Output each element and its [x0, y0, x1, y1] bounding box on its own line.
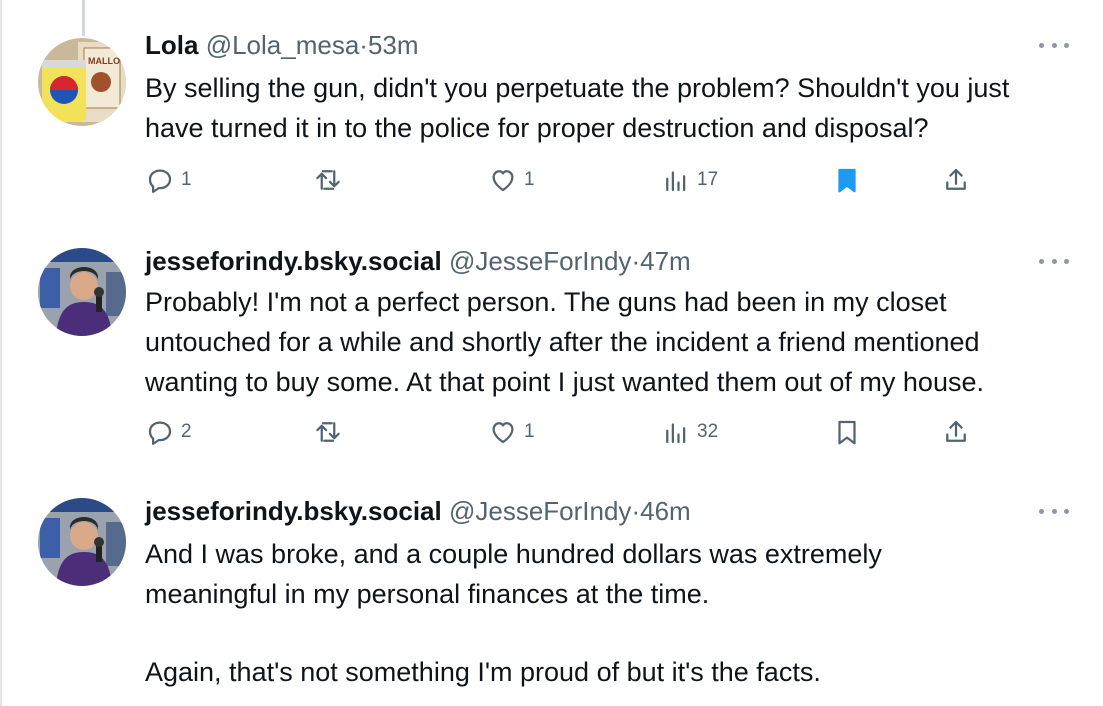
like-count: 1 [524, 169, 535, 190]
tweet-paragraph: And I was broke, and a couple hundred do… [145, 539, 882, 609]
avatar-jesse[interactable] [38, 248, 126, 336]
author-name[interactable]: Lola [145, 30, 198, 60]
tweet-timestamp[interactable]: 53m [368, 30, 419, 60]
more-icon[interactable] [1039, 506, 1069, 516]
tweet-jesse-1[interactable]: jesseforindy.bsky.social @JesseForIndy·4… [0, 240, 1103, 490]
tweet-paragraph: Probably! I'm not a perfect person. The … [145, 287, 984, 397]
share-button[interactable] [941, 417, 971, 447]
tweet-paragraph: Again, that's not something I'm proud of… [145, 657, 821, 687]
tweet-text: Probably! I'm not a perfect person. The … [145, 282, 1075, 402]
tweet-header: Lola @Lola_mesa·53m [145, 30, 419, 60]
views-icon [661, 417, 691, 447]
views-count: 32 [697, 421, 719, 442]
tweet-timestamp[interactable]: 47m [640, 246, 691, 276]
author-name[interactable]: jesseforindy.bsky.social [145, 246, 442, 276]
bookmark-button[interactable] [832, 417, 862, 447]
bookmark-button[interactable] [832, 165, 862, 195]
views-button[interactable]: 32 [661, 417, 718, 447]
like-button[interactable]: 1 [488, 417, 535, 447]
reply-count: 2 [181, 421, 192, 442]
author-handle[interactable]: @JesseForIndy [449, 496, 631, 526]
avatar-jesse[interactable] [38, 498, 126, 586]
heart-icon [488, 165, 518, 195]
action-bar: 1 1 17 [145, 165, 985, 195]
retweet-icon [313, 417, 343, 447]
share-icon [941, 417, 971, 447]
separator-dot: · [631, 246, 641, 276]
tweet-header: jesseforindy.bsky.social @JesseForIndy·4… [145, 496, 691, 526]
bookmark-icon [832, 417, 862, 447]
author-name[interactable]: jesseforindy.bsky.social [145, 496, 442, 526]
tweet-timestamp[interactable]: 46m [640, 496, 691, 526]
svg-text:MALLO: MALLO [88, 56, 120, 66]
tweet-lola[interactable]: MALLO Lola @Lola_mesa·53m By selling the… [0, 0, 1103, 240]
separator-dot: · [359, 30, 368, 60]
retweet-button[interactable] [313, 417, 349, 447]
more-icon[interactable] [1039, 256, 1069, 266]
reply-count: 1 [181, 169, 192, 190]
views-icon [661, 165, 691, 195]
views-count: 17 [697, 169, 719, 190]
like-button[interactable]: 1 [488, 165, 535, 195]
more-icon[interactable] [1039, 40, 1069, 50]
share-button[interactable] [941, 165, 971, 195]
retweet-button[interactable] [313, 165, 349, 195]
action-bar: 2 1 32 [145, 417, 985, 447]
views-button[interactable]: 17 [661, 165, 718, 195]
avatar-lola[interactable]: MALLO [38, 38, 126, 126]
tweet-paragraph: By selling the gun, didn't you perpetuat… [145, 73, 1010, 143]
separator-dot: · [631, 496, 641, 526]
author-handle[interactable]: @Lola_mesa [206, 30, 360, 60]
retweet-icon [313, 165, 343, 195]
share-icon [941, 165, 971, 195]
bookmark-icon [832, 165, 862, 195]
reply-button[interactable]: 1 [145, 165, 192, 195]
tweet-jesse-2[interactable]: jesseforindy.bsky.social @JesseForIndy·4… [0, 490, 1103, 706]
reply-icon [145, 165, 175, 195]
tweet-text: By selling the gun, didn't you perpetuat… [145, 68, 1075, 148]
author-handle[interactable]: @JesseForIndy [449, 246, 631, 276]
reply-icon [145, 417, 175, 447]
reply-button[interactable]: 2 [145, 417, 192, 447]
tweet-text: And I was broke, and a couple hundred do… [145, 534, 1075, 692]
heart-icon [488, 417, 518, 447]
tweet-header: jesseforindy.bsky.social @JesseForIndy·4… [145, 246, 691, 276]
like-count: 1 [524, 421, 535, 442]
